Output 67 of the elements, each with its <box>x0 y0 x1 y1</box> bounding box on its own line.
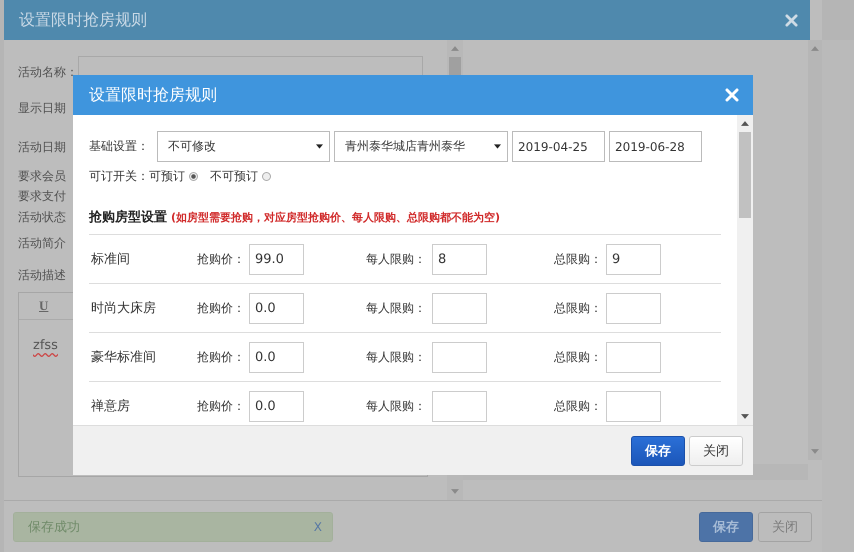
caret-icon <box>451 489 459 494</box>
field-label: 抢购价： <box>197 250 246 268</box>
room-name: 标准间 <box>91 251 131 268</box>
scrollbar[interactable] <box>737 115 753 425</box>
radio-button[interactable] <box>189 172 198 180</box>
number-field[interactable]: 0.0 <box>249 390 304 422</box>
form-label: 活动名称： <box>18 64 78 80</box>
number-field[interactable] <box>432 292 487 324</box>
dialog-title: 设置限时抢房规则 <box>19 10 147 30</box>
room-name: 禅意房 <box>91 398 131 415</box>
field-label: 抢购价： <box>197 300 246 316</box>
radio-button[interactable] <box>262 172 271 180</box>
form-label: 活动日期 <box>18 138 66 156</box>
field-label: 总限购： <box>554 300 603 316</box>
form-label: 要求会员 <box>18 168 66 184</box>
save-button[interactable]: 保存 <box>631 436 685 466</box>
field-label: 总限购： <box>554 250 603 268</box>
close-icon[interactable] <box>785 14 798 26</box>
number-field[interactable] <box>432 342 487 372</box>
date-field[interactable]: 2019-06-28 <box>609 131 702 162</box>
caret-icon <box>451 46 459 51</box>
form-label: 活动简介 <box>18 234 66 252</box>
section-title: 抢购房型设置 <box>89 208 167 226</box>
field-label: 每人限购： <box>366 250 427 268</box>
field-label: 每人限购： <box>366 398 427 414</box>
caret-icon <box>811 449 819 454</box>
number-field[interactable]: 9 <box>606 244 661 274</box>
note-text: (如房型需要抢购，对应房型抢购价、每人限购、总限购都不能为空) <box>171 210 500 224</box>
form-label: 活动描述 <box>18 266 66 284</box>
field-label: 抢购价： <box>197 398 246 414</box>
caret-icon <box>741 121 749 126</box>
number-field[interactable]: 8 <box>432 244 487 274</box>
dialog-title: 设置限时抢房规则 <box>89 84 217 106</box>
scrollbar[interactable] <box>808 40 822 460</box>
number-field[interactable]: 0.0 <box>249 292 304 324</box>
scrollbar-thumb[interactable] <box>449 57 461 77</box>
option-label: 不可预订 <box>210 168 258 184</box>
number-field[interactable] <box>606 292 661 324</box>
field-label: 每人限购： <box>366 348 427 366</box>
form-label: 可订开关： <box>89 168 149 184</box>
form-label: 显示日期 <box>18 100 66 116</box>
dropdown[interactable]: 不可修改 <box>157 131 330 162</box>
form-label: 基础设置： <box>89 138 150 155</box>
field-label: 每人限购： <box>366 300 427 316</box>
number-field[interactable] <box>606 342 661 372</box>
dropdown[interactable]: 青州泰华城店青州泰华 <box>334 131 508 162</box>
field-label: 总限购： <box>554 348 603 366</box>
form-label: 活动状态 <box>18 208 66 226</box>
scrollbar-thumb[interactable] <box>739 132 751 218</box>
field-label: 抢购价： <box>197 348 246 366</box>
close-button[interactable]: 关闭 <box>689 436 743 466</box>
number-field[interactable] <box>432 390 487 422</box>
toast-message: 保存成功 <box>28 518 80 536</box>
caret-icon <box>741 414 749 419</box>
form-label: 要求支付 <box>18 188 66 204</box>
option-label: 可预订 <box>149 168 185 184</box>
room-name: 豪华标准间 <box>91 349 157 366</box>
caret-icon <box>494 144 501 149</box>
room-name: 时尚大床房 <box>91 300 157 317</box>
date-field[interactable]: 2019-04-25 <box>512 131 605 162</box>
caret-icon <box>316 144 323 149</box>
number-field[interactable]: 99.0 <box>249 244 304 274</box>
number-field[interactable]: 0.0 <box>249 342 304 372</box>
number-field[interactable] <box>606 390 661 422</box>
field-label: 总限购： <box>554 398 603 414</box>
caret-icon <box>811 46 819 51</box>
editor-text: zfss <box>32 337 58 353</box>
